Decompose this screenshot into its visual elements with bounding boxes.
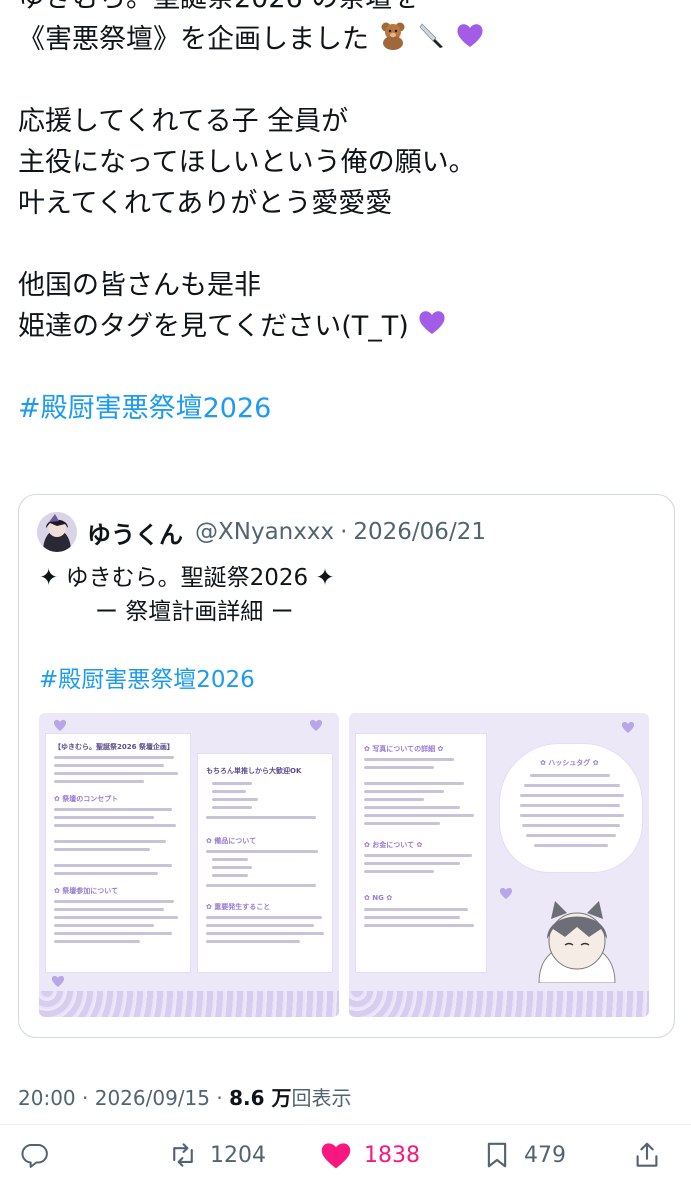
quote-image-left[interactable]: 【ゆきむら。聖誕祭2026 祭壇企画】 ✿ 祭壇のコンセプト ✿ 祭壇参加につい… (39, 713, 339, 1017)
heart-decoration-icon (499, 887, 513, 899)
quote-author-name[interactable]: ゆうくん (87, 515, 183, 550)
share-button[interactable] (632, 1130, 662, 1180)
post-line-1-text: 《害悪祭壇》を企画しました (18, 24, 369, 55)
reply-button[interactable] (20, 1130, 62, 1180)
sheet-left-section-3: もちろん単推しから大歓迎OK (206, 767, 302, 775)
sheet-left-section-5: ✿ 重要発生すること (206, 903, 271, 911)
quote-image-right[interactable]: ✿ 写真についての詳細 ✿ ✿ お金について ✿ ✿ NG ✿ ✿ ハッシュタグ… (349, 713, 649, 1017)
quote-header: ゆうくん @XNyanxxx · 2026/06/21 (37, 511, 486, 553)
knife-icon (416, 20, 446, 62)
sheet-left-title: 【ゆきむら。聖誕祭2026 祭壇企画】 (54, 743, 174, 751)
post-hashtag-link[interactable]: #殿厨害悪祭壇2026 (18, 388, 678, 429)
heart-decoration-icon (621, 721, 635, 733)
sheet-right-cloud: ✿ ハッシュタグ ✿ (499, 743, 643, 873)
sheet-left-page: 【ゆきむら。聖誕祭2026 祭壇企画】 ✿ 祭壇のコンセプト ✿ 祭壇参加につい… (45, 733, 191, 973)
post-line-5: 他国の皆さんも是非 (18, 270, 261, 301)
chibi-character-illustration (538, 901, 616, 983)
sheet-left-section-4: ✿ 備品について (206, 837, 257, 845)
sheet-left-section-2: ✿ 祭壇参加について (54, 887, 119, 895)
sheet-right-section-2: ✿ お金について ✿ (364, 841, 423, 849)
post-line-6-text: 姫達のタグを見てください(T_T) (18, 311, 409, 342)
retweet-count: 1204 (210, 1142, 266, 1168)
retweet-icon (173, 1143, 193, 1167)
post-time[interactable]: 20:00 (18, 1086, 76, 1110)
quote-hashtag-link[interactable]: #殿厨害悪祭壇2026 (39, 663, 335, 697)
quote-card[interactable]: ゆうくん @XNyanxxx · 2026/06/21 ✦ ゆきむら。聖誕祭20… (18, 494, 675, 1038)
quote-text: ✦ ゆきむら。聖誕祭2026 ✦ ー 祭壇計画詳細 ー #殿厨害悪祭壇2026 (39, 561, 335, 697)
retweet-button[interactable]: 1204 (168, 1130, 266, 1180)
sheet-right-section-1: ✿ 写真についての詳細 ✿ (364, 745, 444, 753)
sheet-left-page-2: もちろん単推しから大歓迎OK ✿ 備品について ✿ 重要発生すること (197, 753, 333, 973)
post-line-4: 叶えてくれてありがとう愛愛愛 (18, 188, 393, 219)
post-date[interactable]: 2026/09/15 (95, 1086, 210, 1110)
divider (0, 1124, 691, 1125)
sheet-right-section-4: ✿ ハッシュタグ ✿ (540, 759, 599, 767)
quote-author-handle[interactable]: @XNyanxxx (195, 519, 334, 545)
heart-decoration-icon (53, 719, 67, 731)
share-icon (636, 1142, 658, 1167)
lace-border (39, 991, 339, 1017)
lace-border (349, 991, 649, 1017)
meta-separator: · (82, 1086, 89, 1110)
heart-decoration-icon (51, 975, 65, 987)
sheet-left-section-1: ✿ 祭壇のコンセプト (54, 795, 119, 803)
sheet-right-page: ✿ 写真についての詳細 ✿ ✿ お金について ✿ ✿ NG ✿ (355, 733, 487, 973)
bookmark-icon (487, 1142, 507, 1168)
heart-decoration-icon (309, 719, 323, 731)
post-line-2: 応援してくれてる子 全員が (18, 106, 349, 137)
purple-heart-icon (455, 20, 485, 61)
avatar[interactable] (37, 512, 77, 552)
reply-icon (21, 1143, 48, 1168)
meta-separator-2: · (216, 1086, 223, 1110)
quote-date[interactable]: 2026/06/21 (353, 519, 486, 545)
post-line-partial: ゆきむら。聖誕祭2026 の祭壇を (18, 0, 678, 19)
purple-heart-icon (417, 307, 447, 348)
teddy-bear-icon (378, 20, 408, 62)
like-count: 1838 (364, 1142, 420, 1168)
post-line-6: 姫達のタグを見てください(T_T) (18, 306, 678, 347)
post-line-3: 主役になってほしいという俺の願い。 (18, 147, 476, 178)
action-bar: 1204 1838 479 (0, 1130, 691, 1180)
sheet-right-section-3: ✿ NG ✿ (364, 894, 393, 902)
view-count-label: 回表示 (291, 1086, 352, 1110)
like-button[interactable]: 1838 (320, 1130, 420, 1180)
quote-separator: · (340, 519, 348, 545)
quote-text-line-1: ✦ ゆきむら。聖誕祭2026 ✦ (39, 565, 335, 591)
bookmark-button[interactable]: 479 (482, 1130, 566, 1180)
bookmark-count: 479 (524, 1142, 566, 1168)
post-line-1: 《害悪祭壇》を企画しました (18, 19, 678, 60)
quote-text-line-2: ー 祭壇計画詳細 ー (95, 599, 294, 625)
view-count: 8.6 万 (229, 1086, 292, 1110)
post-meta: 20:00 · 2026/09/15 · 8.6 万回表示 (18, 1082, 351, 1111)
post-text: ゆきむら。聖誕祭2026 の祭壇を 《害悪祭壇》を企画しました 応援してくれてる… (18, 0, 678, 429)
heart-icon (321, 1143, 351, 1169)
